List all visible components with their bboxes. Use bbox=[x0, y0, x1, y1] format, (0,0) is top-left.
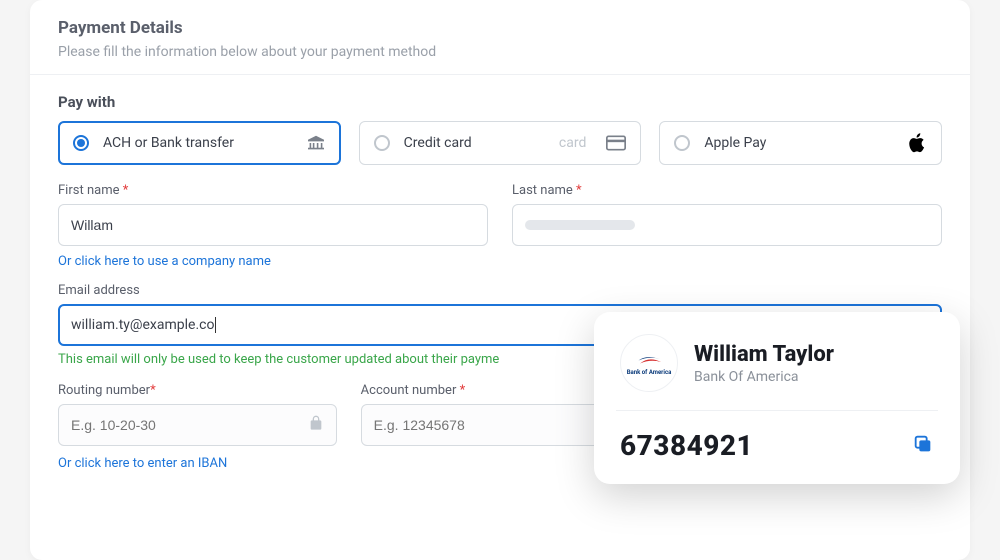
last-name-input[interactable] bbox=[512, 204, 942, 246]
routing-field: Routing number* bbox=[58, 383, 337, 446]
placeholder-skeleton bbox=[525, 220, 635, 230]
credit-card-icon bbox=[606, 135, 626, 151]
company-name-link[interactable]: Or click here to use a company name bbox=[58, 254, 942, 269]
bank-name: Bank Of America bbox=[694, 369, 834, 385]
routing-text[interactable] bbox=[71, 417, 324, 433]
radio-checked-icon bbox=[73, 135, 89, 151]
radio-icon bbox=[374, 135, 390, 151]
bank-icon bbox=[306, 135, 326, 151]
lock-icon bbox=[308, 415, 324, 435]
apple-icon bbox=[909, 133, 927, 153]
first-name-field: First name * bbox=[58, 183, 488, 246]
field-label: Routing number* bbox=[58, 383, 337, 398]
pay-with-label: Pay with bbox=[58, 93, 942, 111]
bank-account-card: Bank of America William Taylor Bank Of A… bbox=[594, 312, 960, 484]
name-row: First name * Last name * bbox=[58, 183, 942, 246]
pay-option-credit-card[interactable]: Credit card card bbox=[359, 121, 642, 165]
radio-icon bbox=[674, 135, 690, 151]
pay-option-ach[interactable]: ACH or Bank transfer bbox=[58, 121, 341, 165]
bank-logo: Bank of America bbox=[620, 334, 678, 392]
pay-option-label: ACH or Bank transfer bbox=[103, 135, 306, 151]
panel-subtitle: Please fill the information below about … bbox=[58, 44, 942, 60]
first-name-text[interactable] bbox=[71, 217, 475, 233]
account-holder-name: William Taylor bbox=[694, 342, 834, 367]
bank-card-header: Bank of America William Taylor Bank Of A… bbox=[620, 334, 934, 392]
pay-options: ACH or Bank transfer Credit card card Ap… bbox=[58, 121, 942, 165]
field-label: First name * bbox=[58, 183, 488, 198]
email-value: william.ty@example.co bbox=[71, 317, 214, 333]
first-name-input[interactable] bbox=[58, 204, 488, 246]
panel-title: Payment Details bbox=[58, 18, 942, 38]
pay-option-label: Apple Pay bbox=[704, 135, 909, 151]
bank-of-america-icon bbox=[634, 351, 664, 367]
field-label: Last name * bbox=[512, 183, 942, 198]
panel-header: Payment Details Please fill the informat… bbox=[30, 0, 970, 74]
field-label: Email address bbox=[58, 283, 942, 298]
routing-input[interactable] bbox=[58, 404, 337, 446]
bank-logo-text: Bank of America bbox=[627, 369, 672, 376]
account-number: 67384921 bbox=[620, 429, 912, 462]
ghost-text: card bbox=[559, 135, 586, 151]
last-name-field: Last name * bbox=[512, 183, 942, 246]
copy-icon[interactable] bbox=[912, 433, 934, 459]
pay-option-apple-pay[interactable]: Apple Pay bbox=[659, 121, 942, 165]
account-number-row: 67384921 bbox=[620, 429, 934, 462]
bank-card-title-block: William Taylor Bank Of America bbox=[694, 342, 834, 385]
divider bbox=[616, 410, 938, 411]
account-text[interactable] bbox=[374, 417, 627, 433]
text-cursor bbox=[215, 317, 216, 333]
